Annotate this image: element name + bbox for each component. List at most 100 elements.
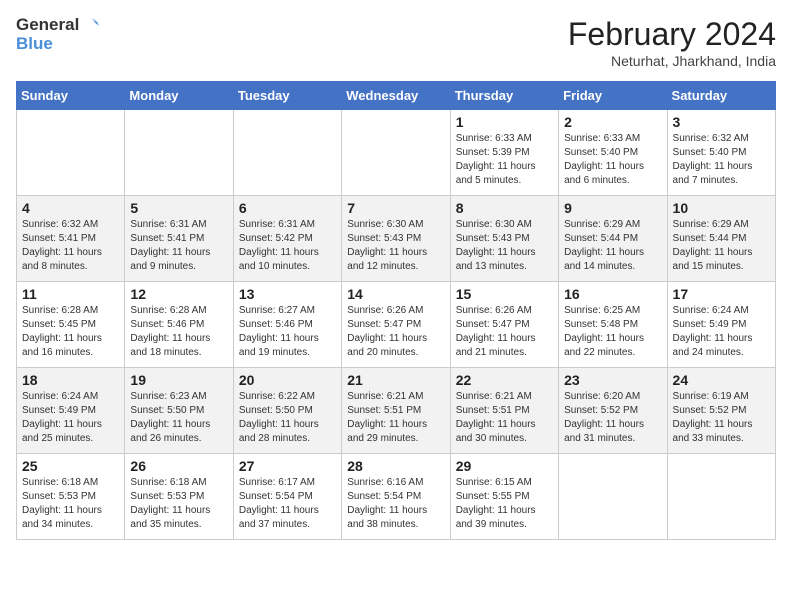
calendar-cell: 5 Sunrise: 6:31 AM Sunset: 5:41 PM Daylig… [125,196,233,282]
day-number: 19 [130,372,227,388]
day-info: Sunrise: 6:19 AM Sunset: 5:52 PM Dayligh… [673,390,770,446]
title-block: February 2024 Neturhat, Jharkhand, India [568,16,776,69]
week-row-4: 18Sunrise: 6:24 AM Sunset: 5:49 PM Dayli… [17,368,776,454]
day-number: 23 [564,372,661,388]
page-header: General Blue February 2024 Neturhat, Jha… [16,16,776,69]
calendar-cell [667,454,775,540]
week-row-3: 11 Sunrise: 6:28 AM Sunset: 5:45 PM Dayli… [17,282,776,368]
day-number: 3 [673,114,770,130]
day-number: 15 [456,286,553,302]
day-info: Sunrise: 6:30 AM Sunset: 5:43 PM Dayligh… [347,218,444,274]
day-number: 4 [22,200,119,216]
calendar-cell: 9 Sunrise: 6:29 AM Sunset: 5:44 PM Daylig… [559,196,667,282]
header-cell-monday: Monday [125,82,233,110]
calendar-cell: 11 Sunrise: 6:28 AM Sunset: 5:45 PM Dayli… [17,282,125,368]
calendar-cell: 6 Sunrise: 6:31 AM Sunset: 5:42 PM Daylig… [233,196,341,282]
day-number: 11 [22,286,119,302]
header-cell-saturday: Saturday [667,82,775,110]
calendar-cell: 24 Sunrise: 6:19 AM Sunset: 5:52 PM Dayli… [667,368,775,454]
calendar-cell: 14Sunrise: 6:26 AM Sunset: 5:47 PM Dayli… [342,282,450,368]
week-row-2: 4 Sunrise: 6:32 AM Sunset: 5:41 PM Daylig… [17,196,776,282]
day-info: Sunrise: 6:32 AM Sunset: 5:41 PM Dayligh… [22,218,119,274]
calendar-cell: 18Sunrise: 6:24 AM Sunset: 5:49 PM Dayli… [17,368,125,454]
header-cell-sunday: Sunday [17,82,125,110]
day-info: Sunrise: 6:33 AM Sunset: 5:40 PM Dayligh… [564,132,661,188]
calendar-cell: 21 Sunrise: 6:21 AM Sunset: 5:51 PM Dayli… [342,368,450,454]
day-number: 29 [456,458,553,474]
header-cell-wednesday: Wednesday [342,82,450,110]
day-info: Sunrise: 6:30 AM Sunset: 5:43 PM Dayligh… [456,218,553,274]
calendar-cell: 10 Sunrise: 6:29 AM Sunset: 5:44 PM Dayli… [667,196,775,282]
day-number: 2 [564,114,661,130]
day-info: Sunrise: 6:22 AM Sunset: 5:50 PM Dayligh… [239,390,336,446]
calendar-cell [125,110,233,196]
day-number: 1 [456,114,553,130]
day-info: Sunrise: 6:24 AM Sunset: 5:49 PM Dayligh… [22,390,119,446]
day-info: Sunrise: 6:26 AM Sunset: 5:47 PM Dayligh… [456,304,553,360]
calendar-cell: 26 Sunrise: 6:18 AM Sunset: 5:53 PM Dayli… [125,454,233,540]
day-info: Sunrise: 6:15 AM Sunset: 5:55 PM Dayligh… [456,476,553,532]
header-cell-tuesday: Tuesday [233,82,341,110]
day-number: 21 [347,372,444,388]
calendar-cell: 29 Sunrise: 6:15 AM Sunset: 5:55 PM Dayli… [450,454,558,540]
day-number: 8 [456,200,553,216]
day-info: Sunrise: 6:16 AM Sunset: 5:54 PM Dayligh… [347,476,444,532]
day-number: 24 [673,372,770,388]
day-number: 27 [239,458,336,474]
calendar-cell [559,454,667,540]
calendar-cell [233,110,341,196]
day-info: Sunrise: 6:21 AM Sunset: 5:51 PM Dayligh… [347,390,444,446]
day-number: 14 [347,286,444,302]
day-number: 16 [564,286,661,302]
calendar-cell: 17 Sunrise: 6:24 AM Sunset: 5:49 PM Dayli… [667,282,775,368]
day-info: Sunrise: 6:23 AM Sunset: 5:50 PM Dayligh… [130,390,227,446]
calendar-cell: 8 Sunrise: 6:30 AM Sunset: 5:43 PM Daylig… [450,196,558,282]
day-info: Sunrise: 6:24 AM Sunset: 5:49 PM Dayligh… [673,304,770,360]
subtitle: Neturhat, Jharkhand, India [568,53,776,69]
day-info: Sunrise: 6:21 AM Sunset: 5:51 PM Dayligh… [456,390,553,446]
day-info: Sunrise: 6:32 AM Sunset: 5:40 PM Dayligh… [673,132,770,188]
calendar-cell: 19 Sunrise: 6:23 AM Sunset: 5:50 PM Dayli… [125,368,233,454]
day-number: 12 [130,286,227,302]
calendar-cell: 12 Sunrise: 6:28 AM Sunset: 5:46 PM Dayli… [125,282,233,368]
day-number: 28 [347,458,444,474]
calendar-cell: 7 Sunrise: 6:30 AM Sunset: 5:43 PM Daylig… [342,196,450,282]
calendar-cell: 20Sunrise: 6:22 AM Sunset: 5:50 PM Dayli… [233,368,341,454]
day-number: 10 [673,200,770,216]
logo: General Blue [16,16,99,53]
header-cell-friday: Friday [559,82,667,110]
calendar-cell: 16 Sunrise: 6:25 AM Sunset: 5:48 PM Dayli… [559,282,667,368]
day-info: Sunrise: 6:31 AM Sunset: 5:42 PM Dayligh… [239,218,336,274]
day-number: 5 [130,200,227,216]
day-info: Sunrise: 6:17 AM Sunset: 5:54 PM Dayligh… [239,476,336,532]
calendar-cell: 22 Sunrise: 6:21 AM Sunset: 5:51 PM Dayli… [450,368,558,454]
calendar-cell: 1Sunrise: 6:33 AM Sunset: 5:39 PM Daylig… [450,110,558,196]
main-title: February 2024 [568,16,776,53]
header-row: SundayMondayTuesdayWednesdayThursdayFrid… [17,82,776,110]
day-number: 22 [456,372,553,388]
logo-bird-icon [81,16,99,34]
day-info: Sunrise: 6:25 AM Sunset: 5:48 PM Dayligh… [564,304,661,360]
day-number: 26 [130,458,227,474]
day-info: Sunrise: 6:28 AM Sunset: 5:45 PM Dayligh… [22,304,119,360]
week-row-5: 25 Sunrise: 6:18 AM Sunset: 5:53 PM Dayli… [17,454,776,540]
day-number: 9 [564,200,661,216]
day-info: Sunrise: 6:18 AM Sunset: 5:53 PM Dayligh… [130,476,227,532]
day-number: 17 [673,286,770,302]
logo-wordmark: General Blue [16,16,99,53]
day-info: Sunrise: 6:28 AM Sunset: 5:46 PM Dayligh… [130,304,227,360]
calendar-cell: 13Sunrise: 6:27 AM Sunset: 5:46 PM Dayli… [233,282,341,368]
calendar-cell: 23Sunrise: 6:20 AM Sunset: 5:52 PM Dayli… [559,368,667,454]
day-number: 7 [347,200,444,216]
day-info: Sunrise: 6:31 AM Sunset: 5:41 PM Dayligh… [130,218,227,274]
day-number: 25 [22,458,119,474]
day-number: 6 [239,200,336,216]
day-info: Sunrise: 6:29 AM Sunset: 5:44 PM Dayligh… [673,218,770,274]
calendar-cell: 2 Sunrise: 6:33 AM Sunset: 5:40 PM Daylig… [559,110,667,196]
header-cell-thursday: Thursday [450,82,558,110]
day-info: Sunrise: 6:29 AM Sunset: 5:44 PM Dayligh… [564,218,661,274]
day-info: Sunrise: 6:18 AM Sunset: 5:53 PM Dayligh… [22,476,119,532]
calendar-cell: 15 Sunrise: 6:26 AM Sunset: 5:47 PM Dayli… [450,282,558,368]
calendar-cell [17,110,125,196]
calendar-cell: 28 Sunrise: 6:16 AM Sunset: 5:54 PM Dayli… [342,454,450,540]
